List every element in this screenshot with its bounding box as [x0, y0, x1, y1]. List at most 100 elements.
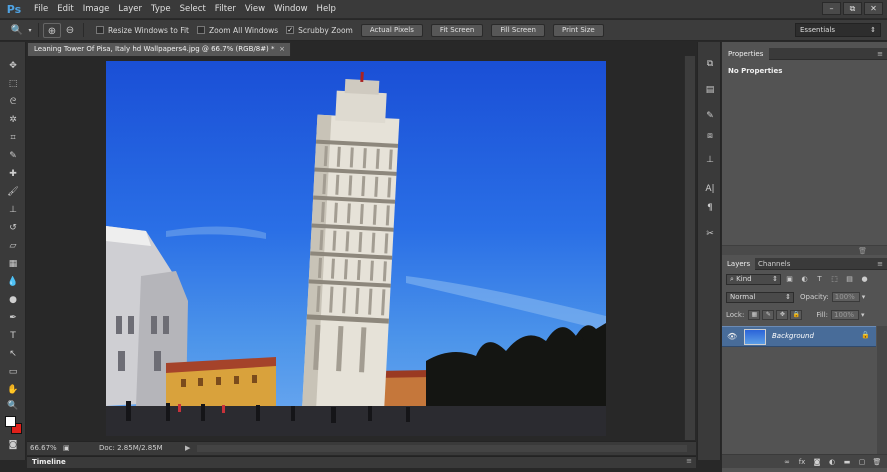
document-tab[interactable]: Leaning Tower Of Pisa, Italy hd Wallpape… — [27, 42, 291, 56]
zoom-tool-icon[interactable]: 🔍 — [4, 399, 22, 413]
pen-tool-icon[interactable]: ✒ — [4, 311, 22, 325]
tools-icon[interactable]: ✂ — [702, 228, 718, 241]
menu-layer[interactable]: Layer — [118, 4, 142, 14]
resize-windows-checkbox[interactable]: Resize Windows to Fit — [96, 26, 189, 35]
paragraph-icon[interactable]: ¶ — [702, 202, 718, 215]
minimize-button[interactable]: – — [822, 2, 841, 15]
image-canvas[interactable] — [106, 61, 606, 436]
workspace-select[interactable]: Essentials ⇕ — [795, 23, 881, 37]
quick-mask-icon[interactable]: ◙ — [4, 438, 22, 452]
link-layers-icon[interactable]: ∞ — [781, 458, 793, 466]
gradient-tool-icon[interactable]: ▦ — [4, 257, 22, 271]
lasso-tool-icon[interactable]: ᘓ — [4, 95, 22, 109]
lock-position-icon[interactable]: ✥ — [776, 310, 789, 320]
zoom-tool-icon[interactable]: 🔍 — [8, 23, 26, 38]
chevron-down-icon[interactable]: ▾ — [861, 311, 865, 319]
close-tab-icon[interactable]: × — [279, 43, 285, 56]
layer-kind-select[interactable]: ⌕ Kind ⇕ — [726, 273, 781, 285]
tool-presets-icon[interactable]: ⊥ — [702, 154, 718, 167]
brush-presets-icon[interactable]: ✎ — [702, 110, 718, 123]
chevron-right-icon[interactable]: ▶ — [185, 442, 190, 455]
magic-wand-tool-icon[interactable]: ✲ — [4, 113, 22, 127]
character-icon[interactable]: A| — [702, 183, 718, 196]
close-button[interactable]: ✕ — [864, 2, 883, 15]
rectangle-tool-icon[interactable]: ▭ — [4, 365, 22, 379]
fill-input[interactable]: 100% — [831, 310, 860, 320]
dodge-tool-icon[interactable]: ● — [4, 293, 22, 307]
lock-all-icon[interactable]: 🔒 — [790, 310, 803, 320]
trash-icon[interactable]: 🗑 — [858, 247, 867, 255]
tab-properties[interactable]: Properties — [722, 48, 770, 60]
restore-button[interactable]: ⧉ — [843, 2, 862, 15]
menu-window[interactable]: Window — [274, 4, 308, 14]
smart-object-filter-icon[interactable]: ▤ — [843, 275, 856, 283]
new-layer-icon[interactable]: ▢ — [856, 458, 868, 466]
menu-view[interactable]: View — [245, 4, 265, 14]
actual-pixels-button[interactable]: Actual Pixels — [360, 23, 423, 37]
healing-brush-tool-icon[interactable]: ✚ — [4, 167, 22, 181]
add-mask-icon[interactable]: ◙ — [811, 458, 823, 466]
horizontal-scrollbar[interactable] — [197, 445, 687, 452]
blur-tool-icon[interactable]: 💧 — [4, 275, 22, 289]
filter-toggle-icon[interactable]: ● — [858, 275, 871, 283]
lock-image-icon[interactable]: ✎ — [762, 310, 775, 320]
crop-tool-icon[interactable]: ⌗ — [4, 131, 22, 145]
menu-type[interactable]: Type — [151, 4, 171, 14]
layer-row-background[interactable]: 👁 Background 🔒 — [722, 326, 876, 347]
brush-tool-icon[interactable]: 🖌 — [4, 185, 22, 199]
timeline-tab[interactable]: Timeline — [32, 457, 66, 468]
zoom-out-icon[interactable]: ⊖ — [61, 23, 79, 38]
type-filter-icon[interactable]: T — [813, 275, 826, 283]
zoom-in-icon[interactable]: ⊕ — [43, 22, 61, 38]
menu-file[interactable]: File — [34, 4, 48, 14]
eyedropper-tool-icon[interactable]: ✎ — [4, 149, 22, 163]
status-info-icon[interactable]: ▣ — [63, 442, 70, 455]
checkbox-box[interactable] — [196, 26, 205, 34]
opacity-input[interactable]: 100% — [831, 292, 860, 302]
new-group-icon[interactable]: ▬ — [841, 458, 853, 466]
chevron-down-icon[interactable]: ▾ — [26, 23, 34, 38]
eraser-tool-icon[interactable]: ▱ — [4, 239, 22, 253]
adjustment-layer-icon[interactable]: ◐ — [826, 458, 838, 466]
vertical-scrollbar[interactable] — [684, 56, 695, 440]
zoom-all-windows-checkbox[interactable]: Zoom All Windows — [196, 26, 278, 35]
checkbox-box-checked[interactable]: ✓ — [286, 26, 295, 34]
history-icon[interactable]: ⧉ — [702, 58, 718, 71]
layers-scrollbar[interactable] — [877, 326, 887, 454]
menu-image[interactable]: Image — [83, 4, 110, 14]
tab-layers[interactable]: Layers — [722, 258, 756, 270]
trash-icon[interactable]: 🗑 — [871, 458, 883, 466]
clone-stamp-tool-icon[interactable]: ⊥ — [4, 203, 22, 217]
checkbox-box[interactable] — [96, 26, 104, 34]
history-brush-tool-icon[interactable]: ↺ — [4, 221, 22, 235]
menu-edit[interactable]: Edit — [57, 4, 73, 14]
type-tool-icon[interactable]: T — [4, 329, 22, 343]
print-size-button[interactable]: Print Size — [553, 23, 604, 37]
marquee-tool-icon[interactable]: ⬚ — [4, 77, 22, 91]
timeline-panel[interactable]: Timeline ≡ — [27, 456, 696, 468]
panel-menu-icon[interactable]: ≡ — [877, 48, 883, 60]
move-tool-icon[interactable]: ✥ — [4, 59, 22, 73]
pixel-filter-icon[interactable]: ▣ — [783, 275, 796, 283]
menu-help[interactable]: Help — [317, 4, 336, 14]
menu-select[interactable]: Select — [180, 4, 206, 14]
eye-icon[interactable]: 👁 — [727, 332, 737, 341]
chevron-down-icon[interactable]: ▾ — [862, 293, 866, 301]
layer-name[interactable]: Background — [772, 332, 814, 340]
panel-menu-icon[interactable]: ≡ — [877, 258, 883, 270]
layer-style-icon[interactable]: fx — [796, 458, 808, 466]
path-selection-tool-icon[interactable]: ↖ — [4, 347, 22, 361]
clone-source-icon[interactable]: ⧈ — [702, 130, 718, 143]
shape-filter-icon[interactable]: ⬚ — [828, 275, 841, 283]
fit-screen-button[interactable]: Fit Screen — [430, 23, 484, 37]
lock-transparent-icon[interactable]: ▦ — [748, 310, 761, 320]
zoom-level[interactable]: 66.67% — [30, 442, 57, 455]
hand-tool-icon[interactable]: ✋ — [4, 383, 22, 397]
foreground-color-swatch[interactable] — [5, 416, 16, 427]
menu-filter[interactable]: Filter — [215, 4, 236, 14]
scrubby-zoom-checkbox[interactable]: ✓ Scrubby Zoom — [286, 26, 353, 35]
adjustment-filter-icon[interactable]: ◐ — [798, 275, 811, 283]
blend-mode-select[interactable]: Normal ⇕ — [726, 291, 794, 303]
info-icon[interactable]: ▤ — [702, 84, 718, 97]
panel-menu-icon[interactable]: ≡ — [686, 457, 692, 465]
